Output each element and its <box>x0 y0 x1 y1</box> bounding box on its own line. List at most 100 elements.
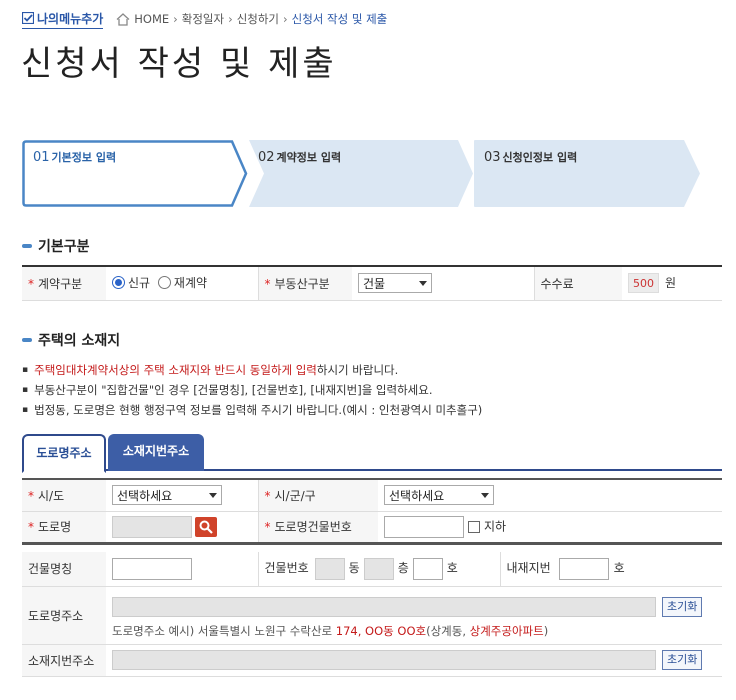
sido-row: * 시/도 선택하세요 * 시/군/구 선택하세요 <box>22 479 722 512</box>
note-item: ▪ 법정동, 도로명은 현행 행정구역 정보를 입력해 주시기 바랍니다.(예시 … <box>22 400 482 420</box>
bldg-no-label: 도로명건물번호 <box>274 520 352 534</box>
location-notes: ▪ 주택임대차계약서상의 주택 소재지와 반드시 동일하게 입력 하시기 바랍니다.… <box>22 360 482 420</box>
dong-input[interactable] <box>314 557 345 580</box>
required-mark: * <box>264 276 271 291</box>
sido-cell: 선택하세요 <box>106 479 258 512</box>
tab-road-address[interactable]: 도로명주소 <box>22 434 106 473</box>
lot-addr-label-cell: 소재지번주소 <box>22 644 106 677</box>
road-addr-line: 초기화 <box>112 597 716 617</box>
bldg-name-label: 건물명칭 <box>28 562 73 577</box>
address-tabs: 도로명주소 소재지번주소 <box>22 434 722 473</box>
ho-unit: 호 <box>446 561 458 576</box>
road-addr-label: 도로명주소 <box>28 608 84 623</box>
bullet-icon: ▪ <box>22 385 29 395</box>
step-indicator: 01 기본정보 입력 02 계약정보 입력 03 신청인정보 입력 <box>22 140 722 207</box>
basic-section-heading: 기본구분 <box>22 236 90 256</box>
contract-type-cell: 신규 재계약 <box>106 266 258 301</box>
step-1: 01 기본정보 입력 <box>33 149 116 165</box>
top-bar: 나의메뉴추가 HOME › 확정일자 › 신청하기 › 신청서 작성 및 제출 <box>22 10 387 29</box>
page-title: 신청서 작성 및 제출 <box>21 44 337 84</box>
location-section-title: 주택의 소재지 <box>38 333 121 349</box>
location-section-heading: 주택의 소재지 <box>22 330 120 350</box>
lot-addr-reset-button[interactable]: 초기화 <box>662 650 703 670</box>
fee-unit: 원 <box>665 276 677 291</box>
road-addr-label-cell: 도로명주소 <box>22 586 106 645</box>
radio-checked-icon <box>112 276 125 290</box>
basement-label: 지하 <box>484 519 507 533</box>
tab-lot-address[interactable]: 소재지번주소 <box>108 434 204 471</box>
floor-input[interactable] <box>363 557 394 580</box>
breadcrumb-apply[interactable]: 신청하기 <box>237 11 279 27</box>
lot-addr-line: 초기화 <box>112 650 716 670</box>
inner-lot-label: 내재지번 <box>506 561 551 576</box>
breadcrumb: HOME › 확정일자 › 신청하기 › 신청서 작성 및 제출 <box>116 11 387 27</box>
sido-label-cell: * 시/도 <box>22 479 106 512</box>
bldg-num-label: 건물번호 <box>264 561 309 576</box>
breadcrumb-current: 신청서 작성 및 제출 <box>291 12 388 26</box>
bldg-name-cell <box>106 552 258 587</box>
road-addr-row: 도로명주소 초기화 도로명주소 예시) 서울특별시 노원구 수락산로 174, … <box>22 586 722 645</box>
note-emphasis: 주택임대차계약서상의 주택 소재지와 반드시 동일하게 입력 <box>34 363 317 377</box>
example-text: (상계동, <box>426 624 470 638</box>
contract-renew-radio[interactable]: 재계약 <box>157 274 208 291</box>
example-emphasis: 상계주공아파트 <box>469 624 544 638</box>
contract-new-radio[interactable]: 신규 <box>112 274 150 291</box>
note-text: 하시기 바랍니다. <box>316 363 399 377</box>
step-2-number: 02 <box>258 150 275 165</box>
checkbox-check-icon <box>22 12 34 24</box>
road-search-button[interactable] <box>195 516 217 537</box>
breadcrumb-confirm-date[interactable]: 확정일자 <box>182 11 224 27</box>
detail-address-table: 건물명칭 건물번호 동 층 호 내재지번 호 도로명주소 초기화 도로명주소 예시) 서… <box>22 552 722 677</box>
bldg-num-cell: 건물번호 동 층 호 <box>257 552 500 587</box>
add-my-menu-button[interactable]: 나의메뉴추가 <box>22 10 104 29</box>
property-type-label-cell: * 부동산구분 <box>257 266 352 301</box>
sigungu-label-cell: * 시/군/구 <box>257 479 378 512</box>
road-address-table: * 시/도 선택하세요 * 시/군/구 선택하세요 * 도로명 * 도로명건물번호 지하 <box>22 478 722 545</box>
fee-label: 수수료 <box>540 276 574 291</box>
required-mark: * <box>264 488 271 503</box>
road-cell <box>106 511 258 545</box>
property-type-value: 건물 <box>363 276 386 291</box>
breadcrumb-home[interactable]: HOME <box>134 12 169 26</box>
example-text: 도로명주소 예시) 서울특별시 노원구 수락산로 <box>112 624 336 638</box>
search-icon <box>199 520 213 534</box>
breadcrumb-separator-icon: › <box>173 12 178 26</box>
breadcrumb-separator-icon: › <box>283 12 288 26</box>
step-2: 02 계약정보 입력 <box>258 149 341 165</box>
road-addr-input[interactable] <box>112 597 656 617</box>
road-row: * 도로명 * 도로명건물번호 지하 <box>22 511 722 545</box>
basic-section-title: 기본구분 <box>38 239 90 255</box>
lot-addr-input[interactable] <box>112 650 656 670</box>
road-input[interactable] <box>112 515 192 538</box>
step-3: 03 신청인정보 입력 <box>484 149 577 165</box>
sigungu-select[interactable]: 선택하세요 <box>384 485 494 506</box>
example-text: ) <box>543 624 549 638</box>
sido-label: 시/도 <box>38 488 65 503</box>
note-text: 부동산구분이 "집합건물"인 경우 [건물명칭], [건물번호], [내재지번]… <box>34 383 433 397</box>
basic-row: * 계약구분 신규 재계약 * 부동산구분 건물 수수료 500 원 <box>22 266 722 301</box>
step-1-label: 기본정보 입력 <box>51 151 117 164</box>
required-mark: * <box>28 520 34 534</box>
heading-bar-icon <box>22 244 32 248</box>
basic-form-table: * 계약구분 신규 재계약 * 부동산구분 건물 수수료 500 원 <box>22 265 722 301</box>
inner-lot-input[interactable] <box>558 557 609 580</box>
contract-type-label: 계약구분 <box>38 276 83 291</box>
road-addr-cell: 초기화 도로명주소 예시) 서울특별시 노원구 수락산로 174, OO동 OO… <box>106 586 722 645</box>
note-text: 법정동, 도로명은 현행 행정구역 정보를 입력해 주시기 바랍니다.(예시 :… <box>34 403 483 417</box>
road-bldg-number-input[interactable] <box>384 515 464 538</box>
required-mark: * <box>28 488 34 503</box>
ho-input[interactable] <box>412 557 443 580</box>
bldg-no-label-cell: * 도로명건물번호 <box>257 511 378 545</box>
property-type-cell: 건물 <box>352 266 534 301</box>
sigungu-label: 시/군/구 <box>274 488 316 503</box>
bldg-name-input[interactable] <box>112 557 192 580</box>
sido-value: 선택하세요 <box>117 488 173 503</box>
basement-checkbox[interactable] <box>468 520 480 533</box>
sido-select[interactable]: 선택하세요 <box>112 485 222 506</box>
contract-renew-label: 재계약 <box>173 276 208 291</box>
bldg-no-cell: 지하 <box>378 511 722 545</box>
radio-unchecked-icon <box>157 276 171 290</box>
road-addr-reset-button[interactable]: 초기화 <box>662 597 703 617</box>
property-type-select[interactable]: 건물 <box>358 273 432 294</box>
example-emphasis: 174, OO동 OO호 <box>335 624 427 638</box>
